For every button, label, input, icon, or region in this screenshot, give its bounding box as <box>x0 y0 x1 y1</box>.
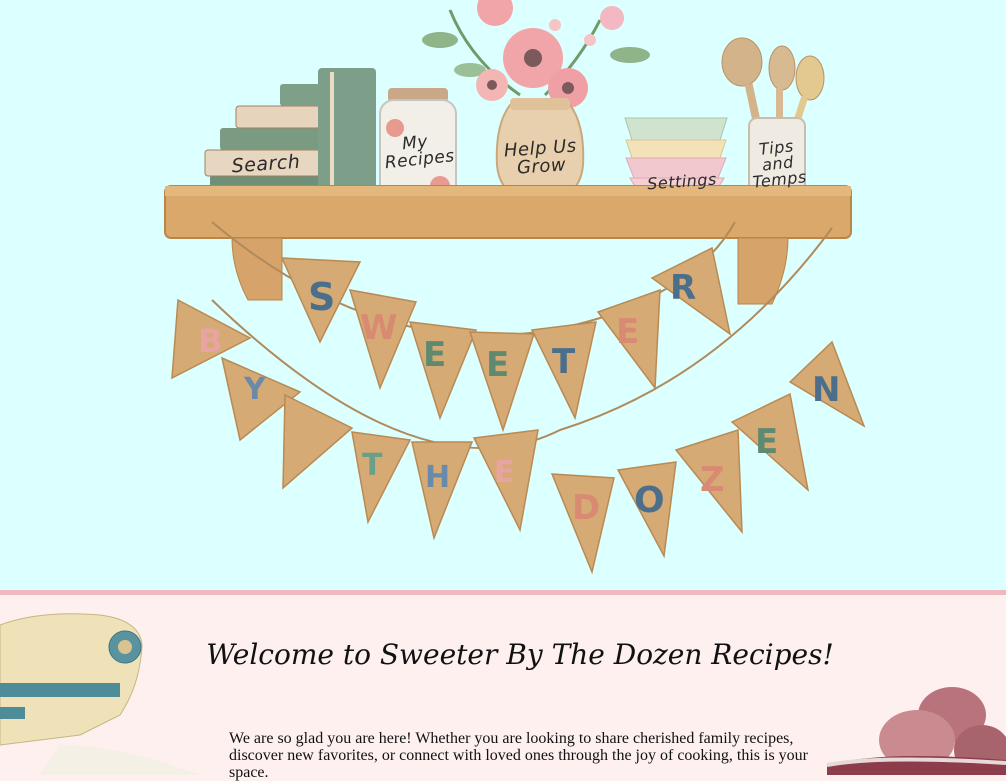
banner-letter: R <box>670 268 697 308</box>
shelf-icon <box>164 185 852 305</box>
shelf-illustration <box>164 0 866 575</box>
banner-letter: Z <box>700 460 725 500</box>
banner-letter: T <box>362 448 383 483</box>
banner-letter: E <box>486 345 510 385</box>
nav-tips-temps-link[interactable]: Tips and Temps <box>748 136 809 191</box>
flowers-icon <box>422 0 650 108</box>
banner-letter: B <box>198 322 223 360</box>
banner-letter: D <box>572 488 601 528</box>
intro-paragraph: We are so glad you are here! Whether you… <box>229 730 808 781</box>
welcome-heading: Welcome to Sweeter By The Dozen Recipes! <box>206 638 834 671</box>
banner-letter: W <box>360 308 398 348</box>
banner-letter: H <box>425 460 451 495</box>
banner-letter: E <box>755 422 779 462</box>
banner-letter: O <box>634 480 665 521</box>
banner-letter: Y <box>244 372 266 407</box>
banner-letter: S <box>308 275 336 319</box>
banner-letter: E <box>494 455 515 490</box>
nav-help-us-grow-link[interactable]: Help Us Grow <box>502 136 580 179</box>
nav-my-recipes-link[interactable]: My Recipes <box>382 132 456 173</box>
hero-banner: S W E E T E R B Y T H E D O Z E N Search… <box>0 0 1006 590</box>
books-icon <box>204 68 376 202</box>
stand-mixer-icon <box>0 613 200 775</box>
banner-letter: E <box>616 312 640 352</box>
banner-letter: N <box>812 370 841 410</box>
banner-letter: E <box>423 335 447 375</box>
food-bowl-icon <box>826 687 1006 775</box>
banner-letter: T <box>552 342 576 382</box>
